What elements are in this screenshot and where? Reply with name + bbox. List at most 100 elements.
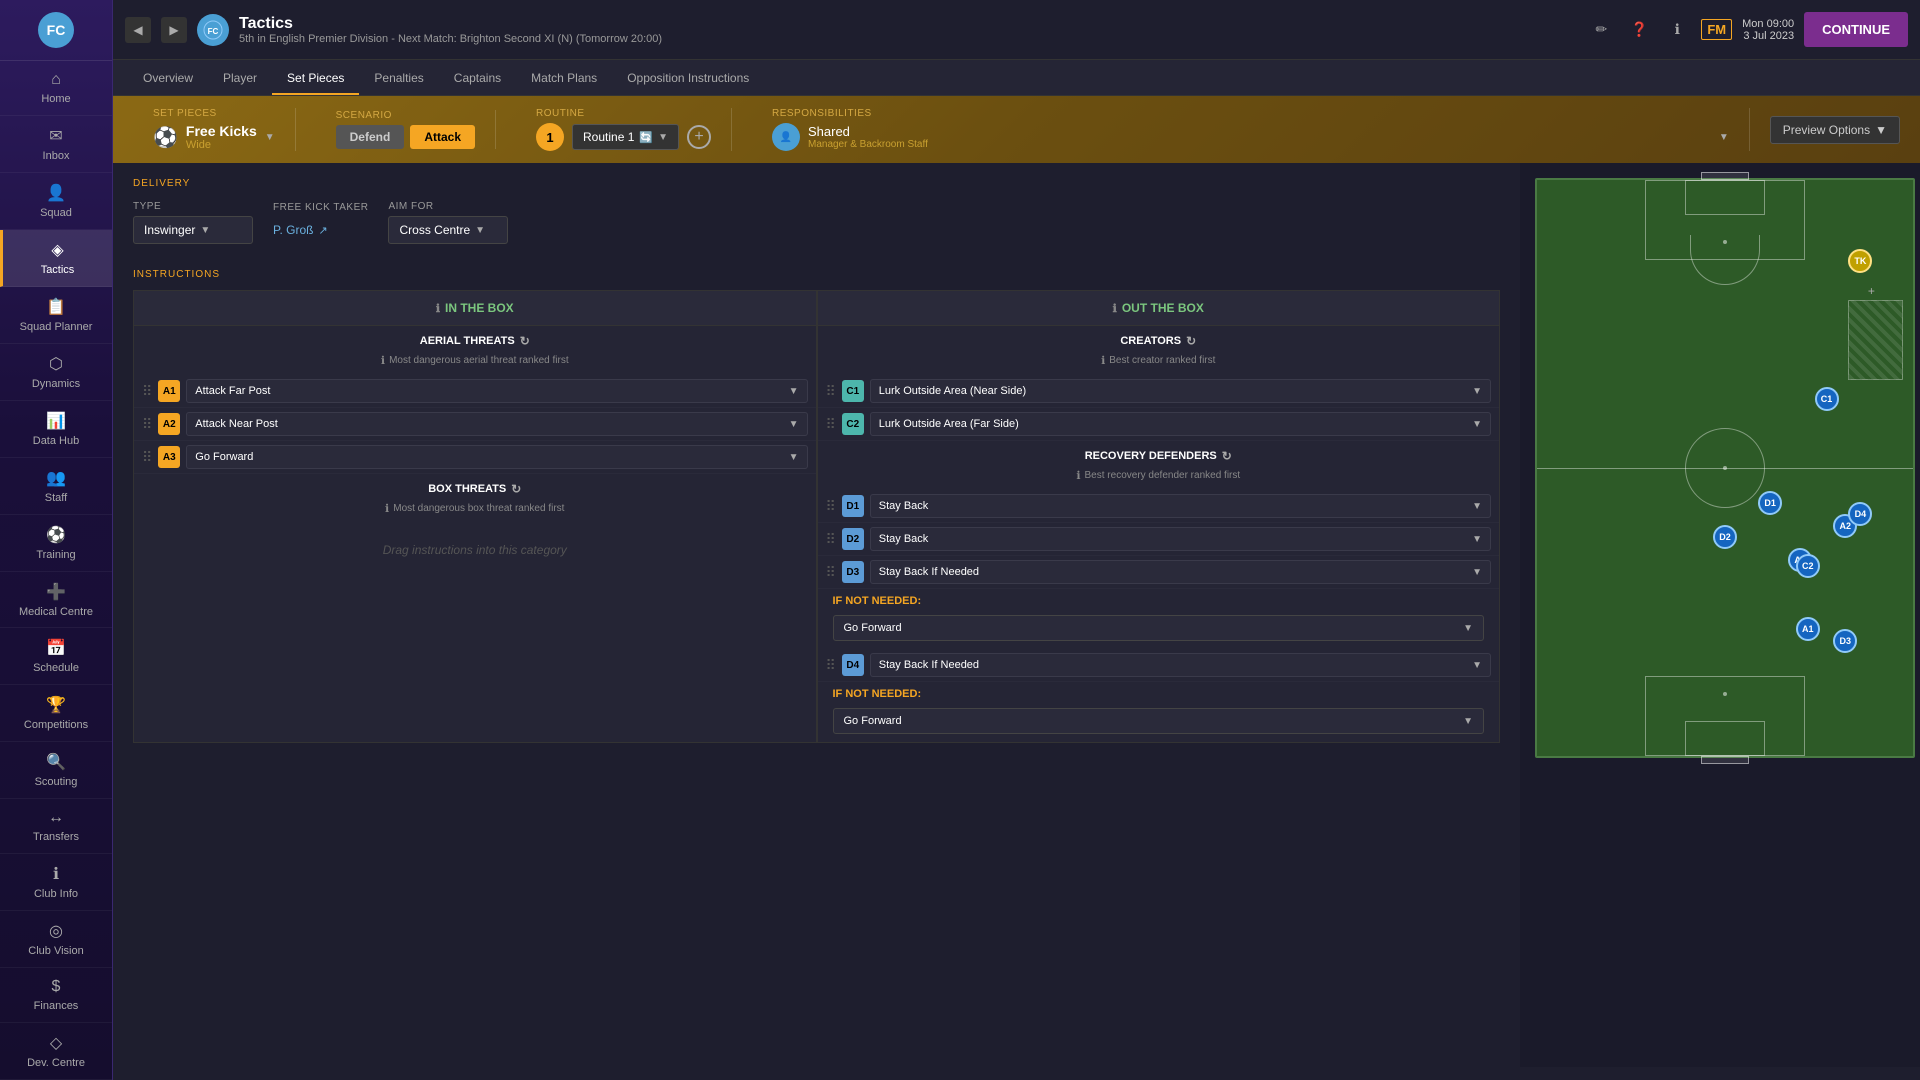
if-not-selector-d4[interactable]: Go Forward ▼ xyxy=(833,708,1485,734)
taker-value[interactable]: P. Groß xyxy=(273,223,313,237)
instruction-value-c1: Lurk Outside Area (Near Side) xyxy=(879,385,1026,397)
instruction-selector-d3[interactable]: Stay Back If Needed ▼ xyxy=(870,560,1491,584)
drag-handle-c1[interactable]: ⠿ xyxy=(826,383,836,400)
player-dot-c1[interactable]: C1 xyxy=(1815,387,1839,411)
tab-penalties[interactable]: Penalties xyxy=(359,63,438,95)
type-selector[interactable]: Inswinger ▼ xyxy=(133,216,253,244)
help-button[interactable]: ℹ xyxy=(1663,16,1691,44)
recovery-refresh-icon[interactable]: ↻ xyxy=(1222,449,1232,463)
sidebar-item-squad[interactable]: 👤 Squad xyxy=(0,173,112,230)
sidebar-item-transfers[interactable]: ↔ Transfers xyxy=(0,799,112,854)
sidebar-item-club-info[interactable]: ℹ Club Info xyxy=(0,854,112,911)
player-dot-d2[interactable]: D2 xyxy=(1713,525,1737,549)
out-box-info-icon[interactable]: ℹ xyxy=(1113,302,1117,315)
date: 3 Jul 2023 xyxy=(1742,30,1794,42)
chevron-a1: ▼ xyxy=(789,386,799,397)
scenario-attack-button[interactable]: Attack xyxy=(410,125,475,149)
sidebar-item-medical[interactable]: ➕ Medical Centre xyxy=(0,572,112,629)
responsibilities-block: RESPONSIBILITIES 👤 Shared Manager & Back… xyxy=(752,108,1750,151)
continue-button[interactable]: CONTINUE xyxy=(1804,12,1908,47)
competitions-icon: 🏆 xyxy=(46,695,66,715)
aerial-refresh-icon[interactable]: ↻ xyxy=(520,334,530,348)
instruction-selector-d4[interactable]: Stay Back If Needed ▼ xyxy=(870,653,1491,677)
set-pieces-chevron[interactable]: ▼ xyxy=(265,132,275,143)
sidebar-item-club-vision[interactable]: ◎ Club Vision xyxy=(0,911,112,968)
nav-forward-button[interactable]: ▶ xyxy=(161,17,187,43)
routine-label: ROUTINE xyxy=(536,108,711,119)
edit-button[interactable]: ✏ xyxy=(1587,16,1615,44)
player-dot-c2[interactable]: C2 xyxy=(1796,554,1820,578)
player-dot-d1[interactable]: D1 xyxy=(1758,491,1782,515)
player-add-icon[interactable]: + xyxy=(1868,284,1875,298)
preview-options-button[interactable]: Preview Options ▼ xyxy=(1770,116,1900,144)
tab-player[interactable]: Player xyxy=(208,63,272,95)
sidebar-item-training[interactable]: ⚽ Training xyxy=(0,515,112,572)
aerial-row-a3: ⠿ A3 Go Forward ▼ xyxy=(134,441,816,474)
page-subtitle: 5th in English Premier Division - Next M… xyxy=(239,33,1577,45)
player-dot-d3[interactable]: D3 xyxy=(1833,629,1857,653)
box-refresh-icon[interactable]: ↻ xyxy=(511,482,521,496)
sidebar-item-label: Squad Planner xyxy=(20,321,93,333)
sidebar-item-label: Training xyxy=(36,549,75,561)
drag-handle-a1[interactable]: ⠿ xyxy=(142,383,152,400)
sidebar-item-tactics[interactable]: ◈ Tactics xyxy=(0,230,112,287)
if-not-chevron-d4: ▼ xyxy=(1463,716,1473,727)
sidebar-item-scouting[interactable]: 🔍 Scouting xyxy=(0,742,112,799)
sidebar-item-home[interactable]: ⌂ Home xyxy=(0,61,112,116)
drag-handle-d3[interactable]: ⠿ xyxy=(826,564,836,581)
sidebar-item-label: Squad xyxy=(40,207,72,219)
player-dot-d4[interactable]: D4 xyxy=(1848,502,1872,526)
drag-handle-d1[interactable]: ⠿ xyxy=(826,498,836,515)
creators-refresh-icon[interactable]: ↻ xyxy=(1186,334,1196,348)
sidebar-item-squad-planner[interactable]: 📋 Squad Planner xyxy=(0,287,112,344)
finances-icon: $ xyxy=(52,978,61,996)
routine-selector[interactable]: Routine 1 🔄 ▼ xyxy=(572,124,679,150)
aim-selector[interactable]: Cross Centre ▼ xyxy=(388,216,508,244)
creators-title: CREATORS ↻ xyxy=(818,326,1500,352)
aerial-threats-title: AERIAL THREATS ↻ xyxy=(134,326,816,352)
set-pieces-value: Free Kicks xyxy=(186,123,257,139)
tab-overview[interactable]: Overview xyxy=(128,63,208,95)
instruction-selector-a3[interactable]: Go Forward ▼ xyxy=(186,445,807,469)
tab-captains[interactable]: Captains xyxy=(439,63,516,95)
player-dot-a1[interactable]: A1 xyxy=(1796,617,1820,641)
routine-chevron: ▼ xyxy=(658,132,668,143)
drag-handle-a3[interactable]: ⠿ xyxy=(142,449,152,466)
instruction-selector-d2[interactable]: Stay Back ▼ xyxy=(870,527,1491,551)
sidebar-item-dynamics[interactable]: ⬡ Dynamics xyxy=(0,344,112,401)
drag-handle-d2[interactable]: ⠿ xyxy=(826,531,836,548)
badge-d2: D2 xyxy=(842,528,864,550)
sidebar-item-competitions[interactable]: 🏆 Competitions xyxy=(0,685,112,742)
routine-add-button[interactable]: + xyxy=(687,125,711,149)
sidebar-item-dev-centre[interactable]: ◇ Dev. Centre xyxy=(0,1023,112,1080)
sidebar-item-schedule[interactable]: 📅 Schedule xyxy=(0,628,112,685)
scouting-icon: 🔍 xyxy=(46,752,66,772)
sidebar-item-inbox[interactable]: ✉ Inbox xyxy=(0,116,112,173)
type-label: TYPE xyxy=(133,201,253,212)
tab-match-plans[interactable]: Match Plans xyxy=(516,63,612,95)
responsibilities-chevron[interactable]: ▼ xyxy=(1719,132,1729,143)
sidebar-item-finances[interactable]: $ Finances xyxy=(0,968,112,1023)
out-box-column: ℹ OUT THE BOX CREATORS ↻ ℹ Best creator … xyxy=(817,290,1501,743)
drag-handle-d4[interactable]: ⠿ xyxy=(826,657,836,674)
instruction-selector-c2[interactable]: Lurk Outside Area (Far Side) ▼ xyxy=(870,412,1491,436)
in-box-info-icon[interactable]: ℹ xyxy=(436,302,440,315)
instruction-selector-a2[interactable]: Attack Near Post ▼ xyxy=(186,412,807,436)
sidebar-item-staff[interactable]: 👥 Staff xyxy=(0,458,112,515)
scenario-defend-button[interactable]: Defend xyxy=(336,125,405,149)
instruction-selector-c1[interactable]: Lurk Outside Area (Near Side) ▼ xyxy=(870,379,1491,403)
help-tactics-button[interactable]: ❓ xyxy=(1625,16,1653,44)
routine-cycle-icon: 🔄 xyxy=(639,131,653,144)
instruction-selector-a1[interactable]: Attack Far Post ▼ xyxy=(186,379,807,403)
player-dot-tk[interactable]: TK xyxy=(1848,249,1872,273)
tab-set-pieces[interactable]: Set Pieces xyxy=(272,63,359,95)
svg-text:FC: FC xyxy=(208,27,219,36)
drag-handle-c2[interactable]: ⠿ xyxy=(826,416,836,433)
instruction-selector-d1[interactable]: Stay Back ▼ xyxy=(870,494,1491,518)
club-vision-icon: ◎ xyxy=(49,921,63,941)
tab-opposition-instructions[interactable]: Opposition Instructions xyxy=(612,63,764,95)
sidebar-item-data-hub[interactable]: 📊 Data Hub xyxy=(0,401,112,458)
nav-back-button[interactable]: ◀ xyxy=(125,17,151,43)
drag-handle-a2[interactable]: ⠿ xyxy=(142,416,152,433)
if-not-selector-d3[interactable]: Go Forward ▼ xyxy=(833,615,1485,641)
